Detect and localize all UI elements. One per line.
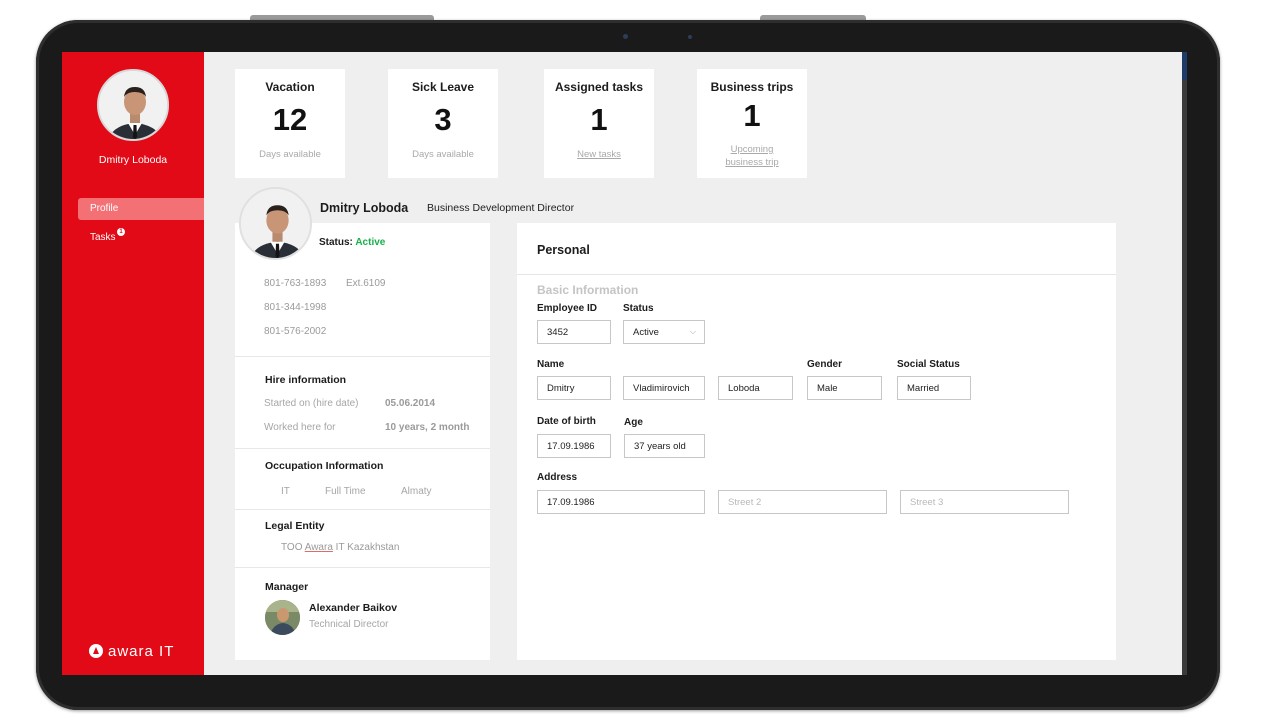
panel-title: Personal bbox=[537, 243, 590, 257]
sidebar-user-name: Dmitry Loboda bbox=[98, 154, 168, 166]
manager-heading: Manager bbox=[265, 581, 309, 593]
gender-label: Gender bbox=[807, 359, 843, 370]
employee-id-field[interactable]: 3452 bbox=[537, 320, 611, 344]
status-label: Status bbox=[623, 303, 654, 314]
upcoming-trip-link[interactable]: Upcoming business trip bbox=[697, 143, 807, 169]
camera-dot bbox=[688, 35, 692, 39]
employee-name: Dmitry Loboda bbox=[320, 201, 409, 215]
address-field[interactable]: 17.09.1986 bbox=[537, 490, 705, 514]
legal-brand: Awara bbox=[304, 542, 333, 553]
status-row: Status: Active bbox=[319, 237, 385, 248]
link-line: business trip bbox=[725, 157, 779, 168]
legal-entity-name: TOO Awara IT Kazakhstan bbox=[281, 542, 399, 553]
chevron-down-icon: ⌵ bbox=[689, 327, 696, 336]
occupation-department: IT bbox=[281, 486, 290, 497]
manager-name[interactable]: Alexander Baikov bbox=[309, 602, 397, 614]
legal-suffix: IT Kazakhstan bbox=[335, 542, 400, 553]
manager-avatar[interactable] bbox=[265, 600, 300, 635]
hire-date-label: Started on (hire date) bbox=[264, 398, 359, 409]
status-badge: Active bbox=[355, 237, 386, 248]
card-subtitle: Days available bbox=[259, 149, 321, 160]
middle-name-field[interactable]: Vladimirovich bbox=[623, 376, 705, 400]
employee-id-label: Employee ID bbox=[537, 303, 598, 314]
card-title: Business trips bbox=[710, 80, 794, 94]
avatar[interactable] bbox=[97, 69, 169, 141]
camera-dot bbox=[623, 34, 628, 39]
tasks-badge: 1 bbox=[117, 228, 125, 236]
sidebar-item-profile[interactable]: Profile bbox=[78, 198, 204, 220]
card-value: 12 bbox=[272, 102, 308, 137]
vacation-card[interactable]: Vacation 12 Days available bbox=[235, 69, 345, 178]
tenure-value: 10 years, 2 month bbox=[385, 422, 470, 433]
sidebar: Dmitry Loboda Profile Tasks 1 awara IT bbox=[62, 52, 204, 675]
card-subtitle: Days available bbox=[412, 149, 474, 160]
tenure-label: Worked here for bbox=[264, 422, 336, 433]
age-field[interactable]: 37 years old bbox=[624, 434, 705, 458]
divider bbox=[235, 509, 490, 510]
avatar bbox=[239, 187, 312, 260]
divider bbox=[517, 274, 1116, 275]
status-select-value: Active bbox=[633, 327, 659, 338]
street-3-field[interactable]: Street 3 bbox=[900, 490, 1069, 514]
phone-number[interactable]: 801-763-1893 bbox=[264, 278, 326, 289]
phone-number[interactable]: 801-344-1998 bbox=[264, 302, 326, 313]
social-status-field[interactable]: Married bbox=[897, 376, 971, 400]
divider bbox=[235, 567, 490, 568]
status-label: Status: bbox=[319, 237, 353, 248]
gender-field[interactable]: Male bbox=[807, 376, 882, 400]
card-title: Sick Leave bbox=[411, 80, 475, 94]
card-value: 1 bbox=[590, 102, 608, 137]
card-value: 1 bbox=[743, 98, 761, 133]
link-line: Upcoming bbox=[730, 144, 774, 155]
dob-label: Date of birth bbox=[537, 416, 596, 427]
logo-text: awara IT bbox=[108, 642, 175, 660]
business-trips-card[interactable]: Business trips 1 Upcoming business trip bbox=[697, 69, 807, 178]
awara-logo-icon bbox=[89, 644, 103, 658]
occupation-heading: Occupation Information bbox=[265, 460, 384, 472]
divider bbox=[235, 356, 490, 357]
status-select[interactable]: Active ⌵ bbox=[623, 320, 705, 344]
divider bbox=[235, 448, 490, 449]
hire-date-value: 05.06.2014 bbox=[385, 398, 436, 409]
phone-extension: Ext.6109 bbox=[346, 278, 386, 289]
company-logo: awara IT bbox=[89, 642, 175, 660]
occupation-location: Almaty bbox=[401, 486, 432, 497]
manager-role: Technical Director bbox=[309, 619, 389, 630]
sick-leave-card[interactable]: Sick Leave 3 Days available bbox=[388, 69, 498, 178]
app-screen: Dmitry Loboda Profile Tasks 1 awara IT V… bbox=[62, 52, 1182, 675]
card-value: 3 bbox=[434, 102, 452, 137]
name-label: Name bbox=[537, 359, 565, 370]
address-label: Address bbox=[537, 472, 578, 483]
sidebar-item-tasks[interactable]: Tasks bbox=[90, 232, 116, 243]
street-2-field[interactable]: Street 2 bbox=[718, 490, 887, 514]
phone-number[interactable]: 801-576-2002 bbox=[264, 326, 326, 337]
employee-role: Business Development Director bbox=[427, 202, 575, 214]
legal-entity-heading: Legal Entity bbox=[265, 520, 325, 532]
last-name-field[interactable]: Loboda bbox=[718, 376, 793, 400]
section-heading: Basic Information bbox=[537, 283, 639, 297]
card-title: Vacation bbox=[265, 80, 315, 94]
new-tasks-link[interactable]: New tasks bbox=[544, 148, 654, 161]
age-label: Age bbox=[624, 417, 643, 428]
dob-field[interactable]: 17.09.1986 bbox=[537, 434, 611, 458]
legal-prefix: TOO bbox=[281, 542, 303, 553]
social-status-label: Social Status bbox=[897, 359, 960, 370]
occupation-type: Full Time bbox=[325, 486, 366, 497]
assigned-tasks-card[interactable]: Assigned tasks 1 New tasks bbox=[544, 69, 654, 178]
first-name-field[interactable]: Dmitry bbox=[537, 376, 611, 400]
hire-info-heading: Hire information bbox=[265, 374, 347, 386]
card-title: Assigned tasks bbox=[554, 80, 644, 94]
